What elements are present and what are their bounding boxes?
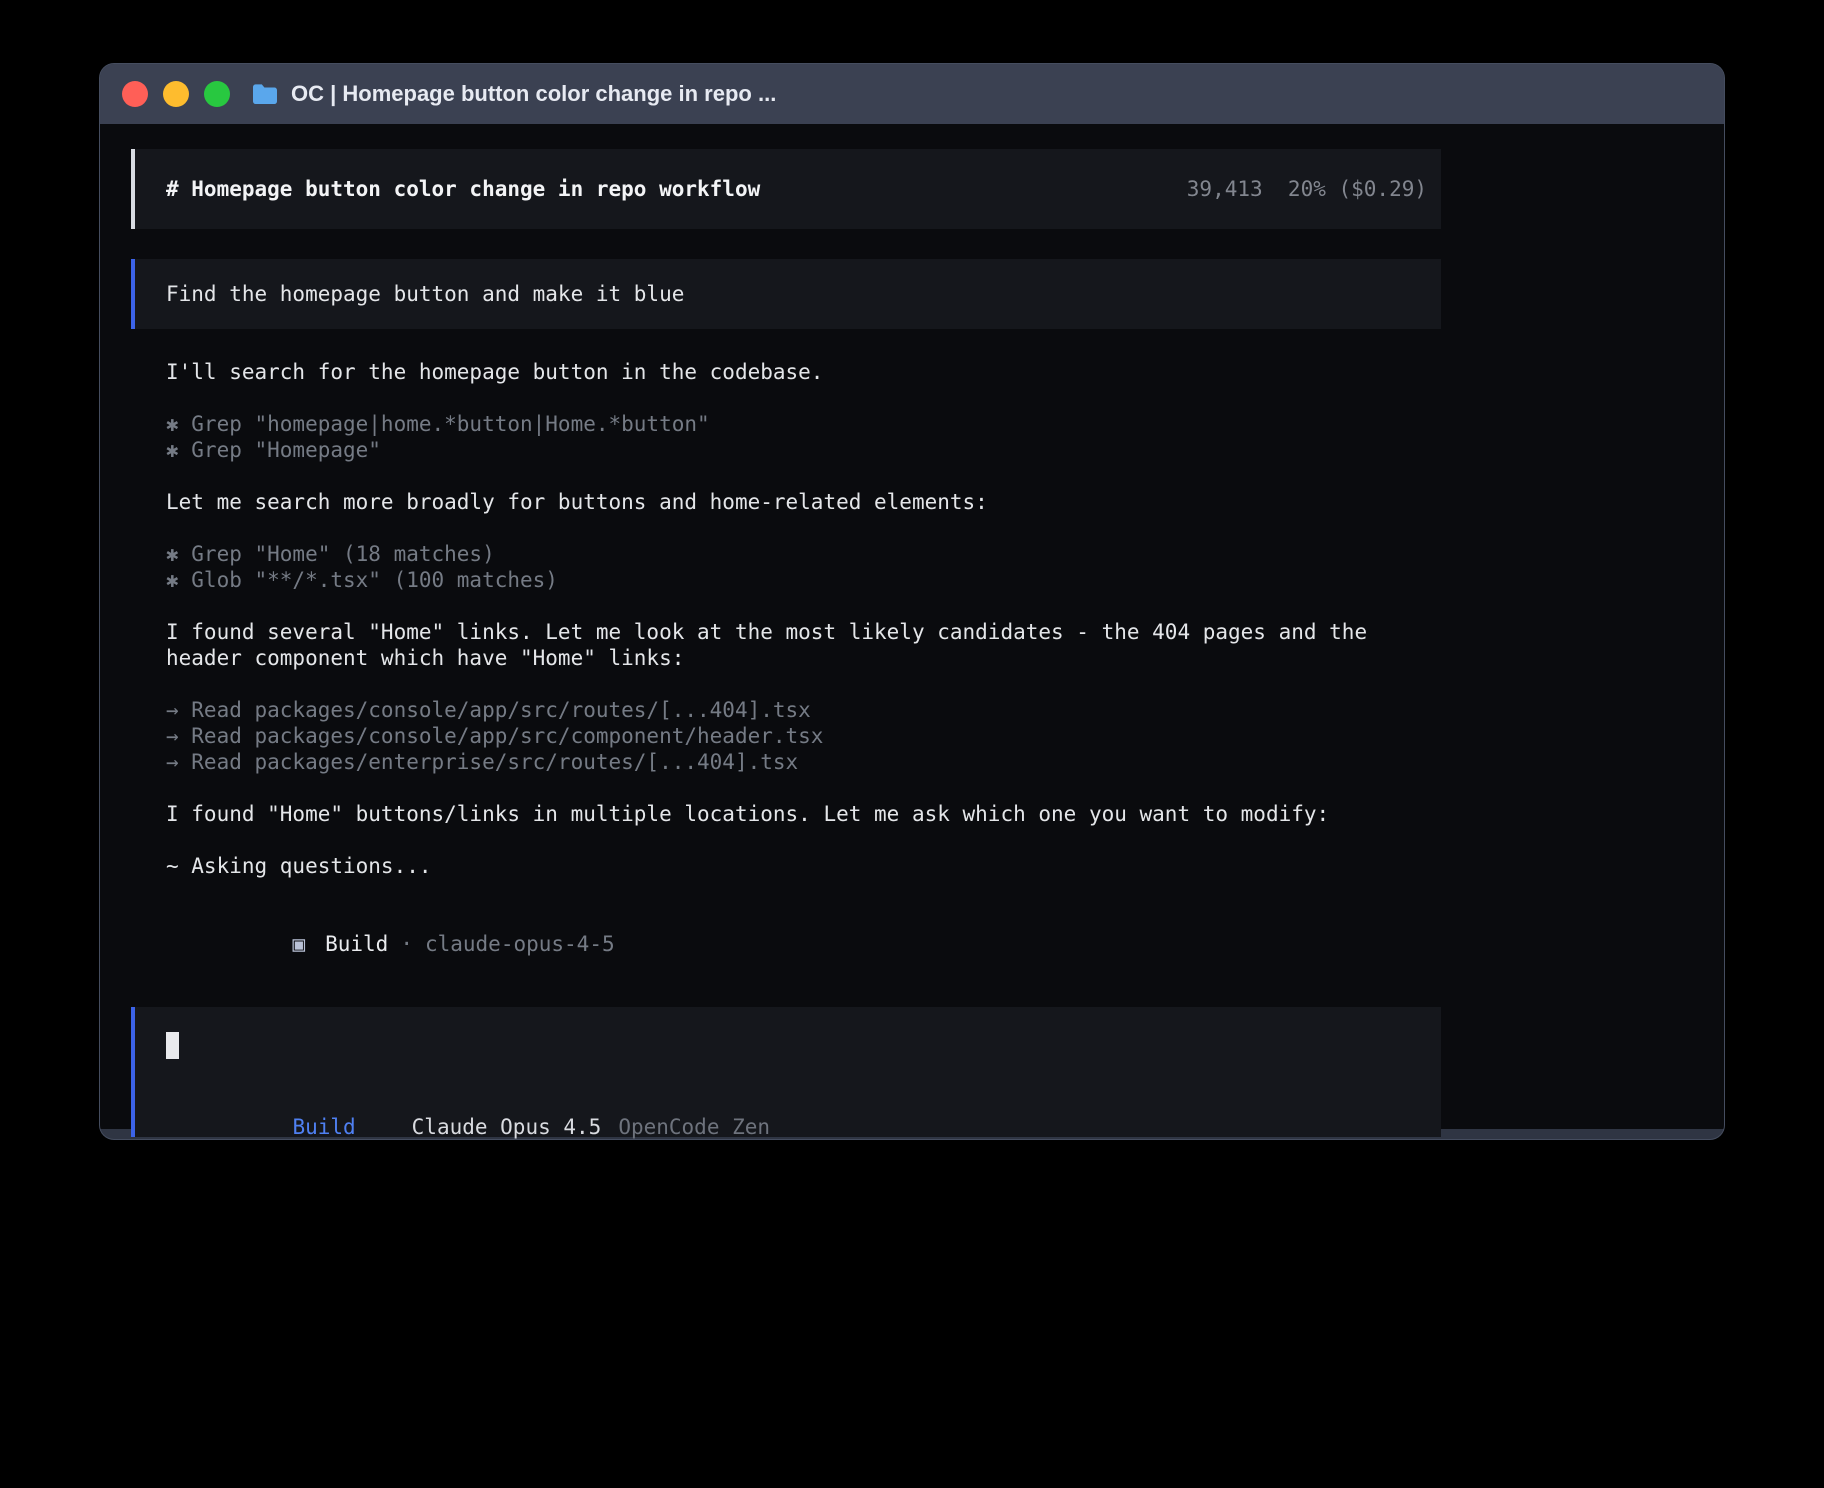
agent-status-model: claude-opus-4-5 xyxy=(425,932,615,956)
transcript-line: I found "Home" buttons/links in multiple… xyxy=(166,801,1441,827)
zoom-button[interactable] xyxy=(204,81,230,107)
assistant-message: I found several "Home" links. Let me loo… xyxy=(166,619,1441,671)
tool-activity: → Read packages/console/app/src/routes/[… xyxy=(166,697,1441,775)
transcript-line: ✱ Grep "Homepage" xyxy=(166,437,1441,463)
transcript-line: ✱ Glob "**/*.tsx" (100 matches) xyxy=(166,567,1441,593)
agent-status-row: ▣ Build · claude-opus-4-5 xyxy=(166,905,1441,983)
agent-square-icon: ▣ xyxy=(292,932,305,956)
close-button[interactable] xyxy=(122,81,148,107)
tool-activity: ✱ Grep "homepage|home.*button|Home.*butt… xyxy=(166,411,1441,463)
assistant-message: Let me search more broadly for buttons a… xyxy=(166,489,1441,515)
transcript-line: ~ Asking questions... xyxy=(166,853,1441,879)
transcript-line: ✱ Grep "Home" (18 matches) xyxy=(166,541,1441,567)
agent-status-separator: · xyxy=(400,932,413,956)
transcript-line: → Read packages/enterprise/src/routes/[.… xyxy=(166,749,1441,775)
titlebar[interactable]: OC | Homepage button color change in rep… xyxy=(100,64,1724,124)
user-message-text: Find the homepage button and make it blu… xyxy=(166,282,684,306)
prompt-agent: Build xyxy=(292,1115,355,1139)
prompt-provider: OpenCode Zen xyxy=(618,1115,770,1139)
agent-status-name: Build xyxy=(325,932,388,956)
terminal-window: OC | Homepage button color change in rep… xyxy=(99,63,1725,1140)
assistant-message: ~ Asking questions... xyxy=(166,853,1441,879)
assistant-message: I found "Home" buttons/links in multiple… xyxy=(166,801,1441,827)
prompt-input[interactable]: Build Claude Opus 4.5 OpenCode Zen xyxy=(131,1007,1441,1137)
prompt-model: Claude Opus 4.5 xyxy=(412,1115,602,1139)
transcript-line: header component which have "Home" links… xyxy=(166,645,1441,671)
session-title: # Homepage button color change in repo w… xyxy=(166,177,760,201)
transcript-line: → Read packages/console/app/src/routes/[… xyxy=(166,697,1441,723)
transcript-line: → Read packages/console/app/src/componen… xyxy=(166,723,1441,749)
prompt-status-row: Build Claude Opus 4.5 OpenCode Zen xyxy=(166,1087,1410,1140)
terminal-body: # Homepage button color change in repo w… xyxy=(100,124,1724,1129)
user-message: Find the homepage button and make it blu… xyxy=(131,259,1441,329)
tool-activity: ✱ Grep "Home" (18 matches)✱ Glob "**/*.t… xyxy=(166,541,1441,593)
folder-icon xyxy=(251,82,279,106)
transcript-line: Let me search more broadly for buttons a… xyxy=(166,489,1441,515)
text-cursor xyxy=(166,1032,179,1059)
transcript: I'll search for the homepage button in t… xyxy=(131,359,1441,983)
assistant-message: I'll search for the homepage button in t… xyxy=(166,359,1441,385)
transcript-line: I found several "Home" links. Let me loo… xyxy=(166,619,1441,645)
transcript-paragraphs: I'll search for the homepage button in t… xyxy=(166,359,1441,879)
session-stats: 39,413 20% ($0.29) xyxy=(1187,177,1427,201)
transcript-line: I'll search for the homepage button in t… xyxy=(166,359,1441,385)
session-header: # Homepage button color change in repo w… xyxy=(131,149,1441,229)
minimize-button[interactable] xyxy=(163,81,189,107)
window-title: OC | Homepage button color change in rep… xyxy=(291,81,776,107)
transcript-line: ✱ Grep "homepage|home.*button|Home.*butt… xyxy=(166,411,1441,437)
